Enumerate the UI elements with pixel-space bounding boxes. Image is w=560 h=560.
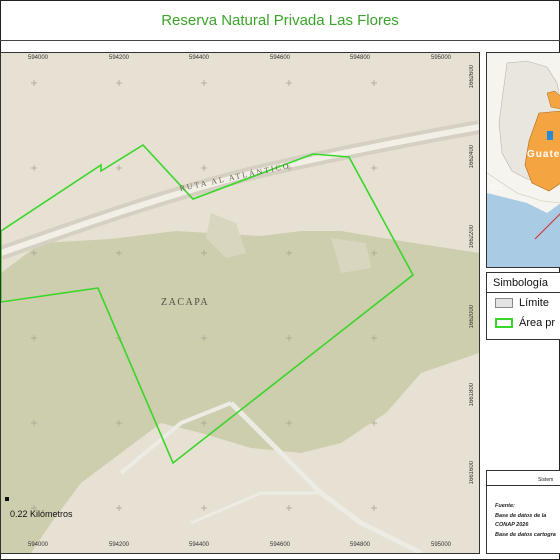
coord-right: 1661600: [469, 461, 475, 485]
source-line-3: Base de datos cartogra: [495, 532, 556, 538]
legend-title: Simbología: [493, 277, 549, 289]
coord-bottom: 594200: [109, 542, 130, 548]
coord-right: 1662400: [469, 145, 475, 169]
main-map[interactable]: RUTA AL ATLÁNTICO ZACAPA 594000 594200 5…: [0, 52, 480, 554]
coord-right: 1661800: [469, 383, 475, 407]
coord-bottom: 594600: [270, 542, 291, 548]
coord-top: 594600: [270, 55, 291, 61]
coord-top: 594000: [28, 55, 49, 61]
route-shield: [547, 131, 553, 140]
coord-bottom: 594400: [189, 542, 210, 548]
source-line-2: CONAP 2026: [495, 522, 529, 528]
source-line-1: Base de datos de la: [495, 513, 547, 519]
map-title: Reserva Natural Privada Las Flores: [161, 11, 399, 29]
legend-label-limit: Límite: [519, 297, 549, 309]
region-label: ZACAPA: [161, 297, 209, 308]
legend-panel: Simbología Límite Área pr: [486, 272, 560, 340]
title-divider: [0, 40, 560, 41]
inset-map[interactable]: Guate 7211: [486, 52, 560, 268]
scale-label: 0.22 Kilómetros: [10, 509, 73, 519]
coord-right: 1662200: [469, 225, 475, 249]
scale-bar: [5, 497, 9, 501]
coord-top: 594200: [109, 55, 130, 61]
legend-swatch-limit: [495, 298, 513, 308]
main-map-canvas: RUTA AL ATLÁNTICO ZACAPA: [1, 53, 479, 553]
coord-right: 1662000: [469, 305, 475, 329]
coord-top: 594400: [189, 55, 210, 61]
legend-divider: [487, 292, 560, 293]
legend-label-area: Área pr: [519, 317, 556, 329]
inset-country-label: Guate: [527, 149, 560, 160]
source-system: Sistem: [538, 477, 554, 483]
legend-item-limit: Límite: [495, 297, 549, 309]
coord-right: 1662600: [469, 65, 475, 89]
sources-divider: [487, 485, 560, 486]
inset-route-number: 7211: [489, 185, 502, 191]
legend-swatch-area: [495, 318, 513, 328]
sources-panel: Sistem Fuente: Base de datos de la CONAP…: [486, 470, 560, 554]
inset-canvas: [487, 53, 560, 267]
coord-top: 595000: [431, 55, 452, 61]
legend-item-area: Área pr: [495, 317, 555, 329]
coord-bottom: 595000: [431, 542, 452, 548]
coord-bottom: 594800: [350, 542, 371, 548]
coord-bottom: 594000: [28, 542, 49, 548]
source-heading: Fuente:: [495, 503, 515, 509]
coord-top: 594800: [350, 55, 371, 61]
